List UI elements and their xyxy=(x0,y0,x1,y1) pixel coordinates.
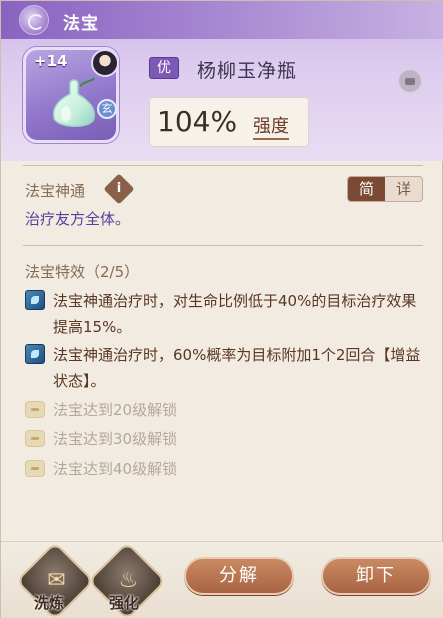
enhance-label: 强化 xyxy=(109,594,140,612)
strength-label[interactable]: 强度 xyxy=(253,112,289,140)
lock-icon xyxy=(25,430,45,447)
strength-value: 104% xyxy=(157,105,238,138)
locked-effect-item: 法宝达到30级解锁 xyxy=(25,427,425,453)
toggle-simple[interactable]: 简 xyxy=(348,177,385,201)
skill-description: 治疗友方全体。 xyxy=(25,210,131,228)
vase-icon xyxy=(52,77,96,127)
refine-label: 洗炼 xyxy=(34,594,65,612)
unequip-button[interactable]: 卸下 xyxy=(321,557,431,595)
panel-title: 法宝 xyxy=(63,14,99,34)
artifact-panel: 法宝 +14 玄 优 杨柳玉净瓶 104% 强度 法宝神通 i 简 详 治疗友方… xyxy=(0,0,443,618)
effect-item: 法宝神通治疗时，对生命比例低于40%的目标治疗效果提高15%。 xyxy=(25,288,425,340)
lock-icon xyxy=(25,460,45,477)
artifact-name: 杨柳玉净瓶 xyxy=(197,60,298,82)
emblem-icon xyxy=(19,5,49,35)
locked-effect-item: 法宝达到40级解锁 xyxy=(25,457,425,483)
title-bar: 法宝 xyxy=(1,1,443,39)
strength-box: 104% 强度 xyxy=(149,97,309,147)
info-icon[interactable]: i xyxy=(103,173,135,205)
locked-effect-item: 法宝达到20级解锁 xyxy=(25,398,425,424)
info-icon-glyph: i xyxy=(116,181,122,196)
effect-icon xyxy=(25,290,45,310)
dismantle-button[interactable]: 分解 xyxy=(184,557,294,595)
effects-section-title: 法宝特效（2/5） xyxy=(25,263,140,281)
lock-toggle-icon[interactable] xyxy=(397,68,423,94)
type-badge: 玄 xyxy=(97,99,117,119)
effect-text: 法宝神通治疗时，对生命比例低于40%的目标治疗效果提高15%。 xyxy=(53,292,417,336)
divider xyxy=(23,245,423,246)
artifact-header: 法宝 +14 玄 优 杨柳玉净瓶 104% 强度 xyxy=(1,1,443,161)
desc-mode-toggle[interactable]: 简 详 xyxy=(347,176,423,202)
enhance-level: +14 xyxy=(34,52,68,70)
effect-item: 法宝神通治疗时，60%概率为目标附加1个2回合【增益状态】。 xyxy=(25,342,425,394)
toggle-detail[interactable]: 详 xyxy=(385,177,422,201)
skill-section-title: 法宝神通 xyxy=(25,182,86,200)
lock-icon xyxy=(25,401,45,418)
effect-icon xyxy=(25,344,45,364)
locked-effect-text: 法宝达到30级解锁 xyxy=(53,430,178,448)
effect-text: 法宝神通治疗时，60%概率为目标附加1个2回合【增益状态】。 xyxy=(53,346,421,390)
grade-badge: 优 xyxy=(149,57,179,79)
owner-avatar xyxy=(91,49,119,77)
locked-effect-text: 法宝达到40级解锁 xyxy=(53,460,178,478)
locked-effect-text: 法宝达到20级解锁 xyxy=(53,401,178,419)
divider xyxy=(23,165,423,166)
